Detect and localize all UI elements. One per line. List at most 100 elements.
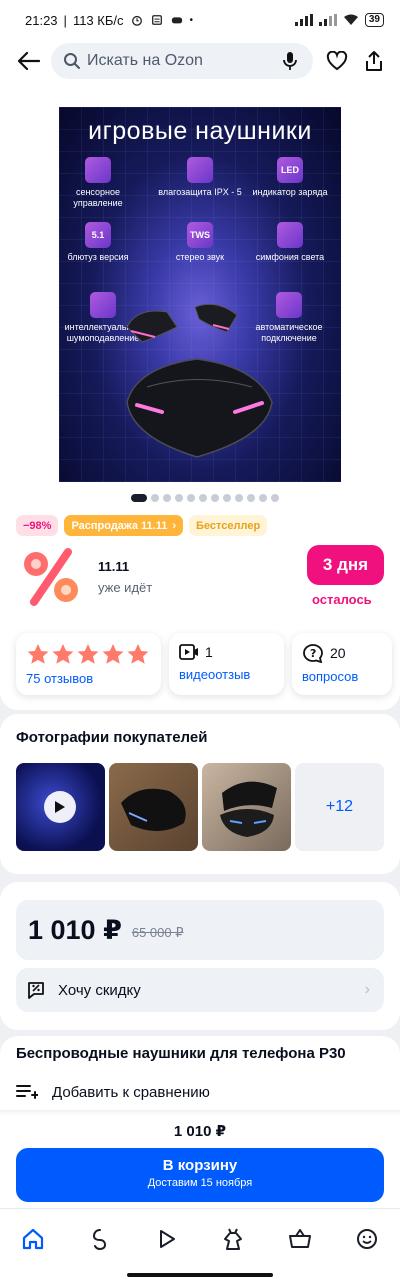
case-photo [220, 781, 277, 837]
star-icon [52, 644, 74, 664]
gallery-dot[interactable] [131, 494, 147, 502]
questions-card[interactable]: ? 20 вопросов [292, 633, 392, 695]
home-icon [22, 1228, 44, 1250]
promo-subtitle: уже идёт [98, 580, 153, 595]
favorite-button[interactable] [325, 49, 349, 73]
tab-fashion[interactable] [213, 1219, 253, 1259]
feature-waterproof: влагозащита IPX - 5 [155, 157, 245, 198]
price-box: 1 010 ₽ 65 000 ₽ [16, 900, 384, 960]
microphone-icon[interactable] [281, 51, 299, 71]
video-count: 1 [205, 644, 213, 660]
more-photos-count: +12 [325, 798, 354, 815]
soundwave-icon [90, 292, 116, 318]
discount-tag-icon [28, 982, 44, 999]
add-to-cart-button[interactable]: В корзину Доставим 15 ноября [16, 1148, 384, 1202]
reviews-card[interactable]: 75 отзывов [16, 633, 161, 695]
chevron-right-icon: › [364, 981, 370, 998]
gallery-pagination[interactable] [131, 494, 279, 502]
customer-video-thumb[interactable] [16, 763, 105, 851]
customer-photos-more[interactable]: +12 [295, 763, 384, 851]
sale-badge[interactable]: Распродажа 11.11 › [64, 515, 184, 536]
gamepad-icon [171, 17, 182, 24]
want-discount-button[interactable]: Хочу скидку › [16, 968, 384, 1012]
top-bar: Искать на Ozon [0, 40, 400, 82]
gallery-dot[interactable] [199, 494, 207, 502]
profile-smile-icon [357, 1229, 377, 1249]
gallery-dot[interactable] [259, 494, 267, 502]
percent-icon [24, 548, 78, 606]
tab-profile[interactable] [347, 1219, 387, 1259]
customer-photo-2[interactable] [202, 763, 291, 851]
gallery-dot[interactable] [175, 494, 183, 502]
rating-stars [26, 643, 151, 665]
signal-icon [294, 14, 313, 26]
customer-photos-title: Фотографии покупателей [16, 729, 208, 746]
tab-video[interactable] [147, 1219, 187, 1259]
bottom-tab-bar [0, 1208, 400, 1283]
gallery-dot[interactable] [151, 494, 159, 502]
search-input[interactable]: Искать на Ozon [51, 43, 313, 79]
compare-list-icon [16, 1085, 38, 1099]
signal-2-icon [318, 14, 337, 26]
video-reviews-card[interactable]: 1 видеоотзыв [169, 633, 284, 695]
tab-home[interactable] [13, 1219, 53, 1259]
wifi-icon [343, 14, 358, 25]
add-to-compare-button[interactable]: Добавить к сравнению [16, 1083, 210, 1101]
gallery-dot[interactable] [247, 494, 255, 502]
hero-title: игровые наушники [88, 117, 312, 145]
product-image[interactable]: игровые наушники сенсорное управление вл… [59, 107, 341, 482]
gallery-dot[interactable] [223, 494, 231, 502]
star-icon [27, 644, 49, 664]
gallery-dot[interactable] [271, 494, 279, 502]
add-to-cart-label: В корзину [162, 1157, 238, 1174]
battery-indicator: 39 [364, 13, 384, 27]
tws-icon: TWS [187, 222, 213, 248]
feature-stereo: TWS стерео звук [155, 222, 245, 263]
case-photo [121, 788, 186, 832]
chip-icon: 5.1 [85, 222, 111, 248]
tab-cart[interactable] [280, 1219, 320, 1259]
promo-timer-label: осталось [312, 592, 372, 607]
search-placeholder: Искать на Ozon [87, 52, 203, 69]
sticky-divider [0, 1110, 400, 1116]
star-icon [102, 644, 124, 664]
water-drop-icon [187, 157, 213, 183]
video-reviews-link: видеоотзыв [179, 667, 251, 682]
old-price: 65 000 ₽ [131, 925, 184, 940]
earbuds-case-illustration [126, 303, 273, 458]
home-indicator [127, 1273, 273, 1277]
alarm-icon [131, 15, 142, 26]
compare-label: Добавить к сравнению [52, 1083, 210, 1101]
feature-touch: сенсорное управление [59, 157, 143, 209]
fresh-icon [92, 1229, 107, 1251]
svg-text:?: ? [310, 647, 316, 660]
status-time: 21:23 [25, 12, 58, 28]
led-icon: LED [277, 157, 303, 183]
customer-photo-1[interactable] [109, 763, 198, 851]
want-discount-label: Хочу скидку [58, 981, 141, 999]
promo-timer: 3 дня [307, 545, 384, 585]
share-button[interactable] [362, 49, 386, 73]
stats-row: 75 отзывов 1 видеоотзыв ? 20 вопросов [16, 633, 392, 695]
status-speed: 113 КБ/с [72, 12, 124, 28]
gallery-dot[interactable] [187, 494, 195, 502]
bestseller-badge: Бестселлер [189, 515, 268, 536]
gallery-dot[interactable] [211, 494, 219, 502]
chevron-right-icon: › [172, 519, 177, 532]
share-icon [366, 51, 382, 71]
sticky-price: 1 010 ₽ [173, 1123, 227, 1140]
gallery-dot[interactable] [235, 494, 243, 502]
feature-charge: LED индикатор заряда [245, 157, 335, 198]
gallery-dot[interactable] [163, 494, 171, 502]
questions-count: 20 [330, 645, 346, 661]
video-camera-icon [179, 644, 198, 660]
reviews-link: 75 отзывов [26, 671, 94, 686]
dot-icon: • [189, 14, 194, 26]
play-icon [44, 791, 76, 823]
question-bubble-icon: ? [303, 644, 323, 663]
sim-icon [151, 15, 162, 25]
badge-row: −98% Распродажа 11.11 › Бестселлер [16, 515, 268, 536]
feature-bluetooth: 5.1 блютуз версия [59, 222, 143, 263]
back-button[interactable] [15, 47, 43, 75]
tab-fresh[interactable] [80, 1219, 120, 1259]
